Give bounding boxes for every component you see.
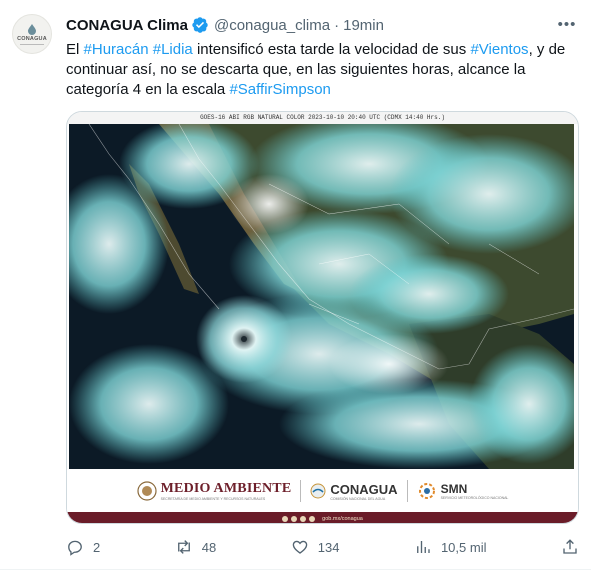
twitter-icon — [282, 515, 289, 522]
hashtag-link[interactable]: #SaffirSimpson — [229, 81, 330, 98]
conagua-wave-icon — [310, 483, 326, 499]
views-count: 10,5 mil — [440, 539, 487, 555]
conagua-sub: COMISIÓN NACIONAL DEL AGUA — [330, 496, 386, 501]
medio-ambiente-logo: MEDIO AMBIENTE SECRETARÍA DE MEDIO AMBIE… — [137, 481, 292, 501]
satellite-image — [69, 124, 574, 469]
tweet[interactable]: CONAGUA CONAGUA Clima @conagua_clima · 1… — [0, 0, 591, 570]
timestamp[interactable]: 19min — [343, 17, 384, 34]
views-icon — [417, 541, 430, 553]
logo-band: MEDIO AMBIENTE SECRETARÍA DE MEDIO AMBIE… — [67, 470, 578, 512]
repost-button[interactable]: 48 — [175, 538, 216, 556]
tweet-text-segment: intensificó esta tarde la velocidad de s… — [192, 41, 471, 58]
repost-count: 48 — [201, 539, 217, 555]
like-icon — [292, 540, 307, 554]
social-band: gob.mx/conagua — [67, 512, 578, 523]
like-button[interactable]: 134 — [291, 538, 340, 556]
medio-ambiente-sub: SECRETARÍA DE MEDIO AMBIENTE Y RECURSOS … — [160, 497, 266, 501]
reply-icon — [68, 540, 82, 556]
instagram-icon — [309, 515, 316, 522]
tweet-text: El #Huracán #Lidia intensificó esta tard… — [66, 40, 578, 99]
display-name[interactable]: CONAGUA Clima — [66, 17, 188, 34]
share-icon — [563, 539, 577, 554]
separator-dot: · — [334, 16, 340, 34]
smn-label: SMN — [440, 482, 468, 496]
smn-sub: SERVICIO METEOROLÓGICO NACIONAL — [440, 496, 509, 500]
repost-icon — [177, 540, 190, 554]
smn-gear-icon — [418, 483, 435, 499]
avatar-divider — [20, 43, 44, 45]
hashtag-link[interactable]: #Vientos — [470, 41, 528, 58]
more-icon[interactable]: ••• — [557, 14, 577, 34]
avatar-label: CONAGUA — [17, 35, 47, 42]
medio-ambiente-label: MEDIO AMBIENTE — [160, 481, 292, 496]
satellite-caption: GOES-16 ABI RGB NATURAL COLOR 2023-10-10… — [67, 112, 578, 124]
youtube-icon — [300, 515, 307, 522]
hashtag-link[interactable]: #Lidia — [153, 41, 193, 58]
action-bar: 2 48 134 10,5 mil — [66, 537, 579, 557]
reply-count: 2 — [93, 539, 101, 555]
conagua-drop-icon — [28, 23, 36, 35]
verified-badge-icon[interactable] — [191, 16, 209, 34]
views-button[interactable]: 10,5 mil — [414, 538, 487, 556]
reply-button[interactable]: 2 — [66, 538, 100, 556]
facebook-icon — [291, 515, 298, 522]
tweet-text-segment: El — [66, 41, 84, 58]
conagua-label: CONAGUA — [330, 481, 398, 497]
mexico-seal-icon — [137, 481, 157, 501]
hashtag-link[interactable]: #Huracán — [84, 41, 149, 58]
avatar[interactable]: CONAGUA — [12, 14, 52, 54]
logo-divider — [300, 480, 302, 502]
share-button[interactable] — [561, 538, 579, 556]
conagua-logo: CONAGUA COMISIÓN NACIONAL DEL AGUA — [310, 481, 398, 501]
handle[interactable]: @conagua_clima — [214, 17, 330, 34]
like-count: 134 — [317, 539, 340, 555]
tweet-media[interactable]: GOES-16 ABI RGB NATURAL COLOR 2023-10-10… — [66, 111, 579, 524]
tweet-header: CONAGUA Clima @conagua_clima · 19min ••• — [66, 14, 579, 36]
smn-logo: SMN SERVICIO METEOROLÓGICO NACIONAL — [417, 481, 509, 501]
logo-divider — [406, 480, 408, 502]
social-url: gob.mx/conagua — [322, 515, 363, 522]
